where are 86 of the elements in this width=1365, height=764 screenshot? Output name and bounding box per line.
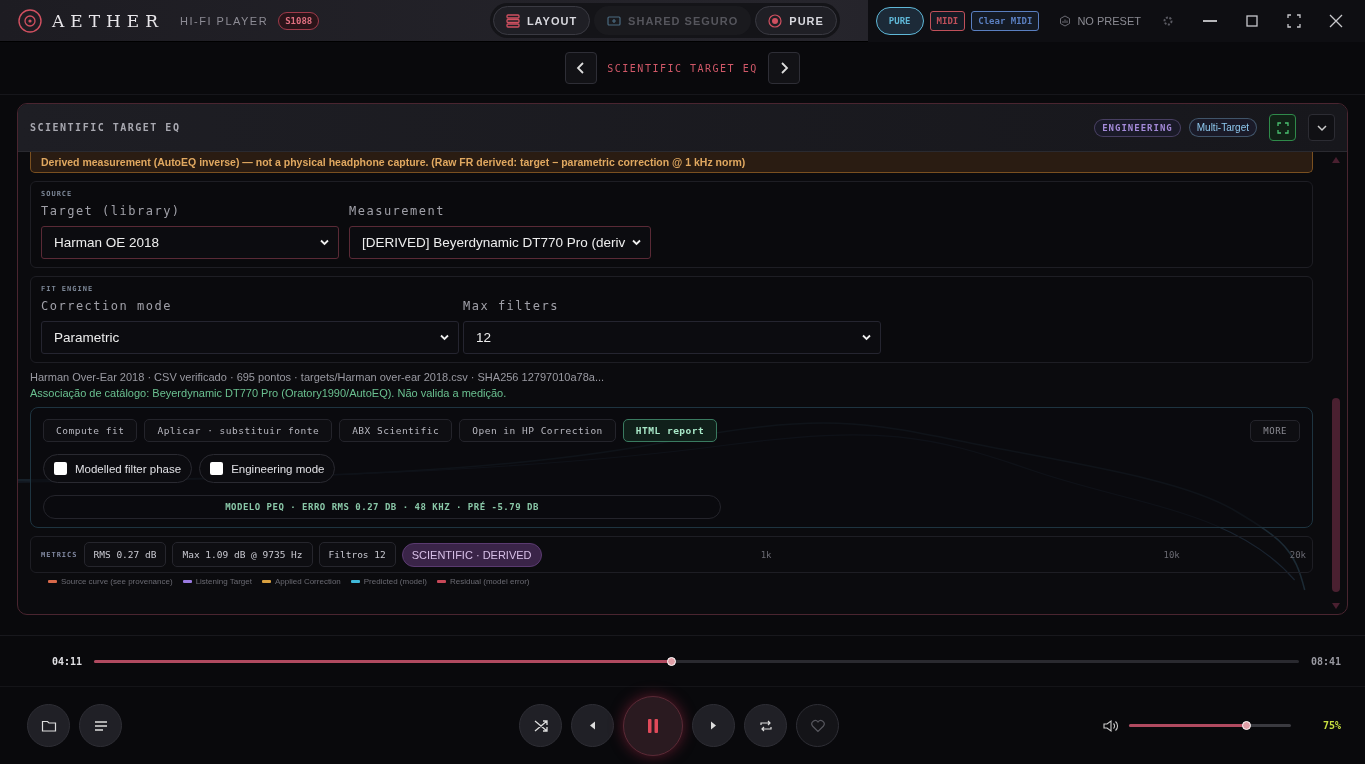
field-label: Measurement (349, 204, 446, 218)
triangle-left-icon (589, 721, 596, 730)
action-button[interactable]: HTML report (622, 419, 718, 442)
next-button[interactable] (767, 52, 800, 84)
app-subtitle: HI-FI PLAYER (180, 14, 269, 27)
screen-icon (607, 13, 622, 28)
heart-icon (809, 717, 826, 734)
volume-thumb[interactable] (1242, 721, 1252, 730)
provenance-text: Harman Over-Ear 2018 · CSV verificado · 695 pontos · targets/Harman over-ear 2018.csv · SHA256 12797010a78a... (30, 371, 606, 383)
next-track-button[interactable] (692, 704, 735, 747)
metric-chip: Max 1.09 dB @ 9735 Hz (172, 542, 313, 567)
tag-button[interactable]: Clear MIDI (971, 10, 1040, 31)
open-folder-button[interactable] (27, 704, 70, 747)
dropdown[interactable]: Parametric (41, 321, 459, 354)
more-button[interactable]: MORE (1250, 419, 1300, 442)
scrollbar-thumb[interactable] (1332, 398, 1340, 592)
panel-title: SCIENTIFIC TARGET EQ (30, 122, 181, 133)
field-label: Max filters (463, 299, 560, 313)
minimize-icon (1203, 19, 1217, 22)
action-button[interactable]: Aplicar · substituir fonte (144, 419, 333, 442)
dropdown[interactable]: [DERIVED] Beyerdynamic DT770 Pro (deriv (349, 226, 652, 259)
mode-button[interactable]: LAYOUT (492, 6, 591, 35)
association-text: Associação de catálogo: Beyerdynamic DT770 Pro (Oratory1990/AutoEQ). Não valida a medição. (30, 387, 508, 399)
seek-bar[interactable] (94, 659, 1299, 663)
total-time: 08:41 (1310, 655, 1341, 667)
axis-label: 10k (1163, 549, 1180, 560)
legend-label: Source curve (see provenance) (61, 577, 173, 586)
checkbox[interactable] (54, 462, 67, 475)
triangle-right-icon (710, 721, 717, 730)
fullscreen-icon (1287, 13, 1301, 28)
app-name: AETHER (52, 10, 165, 31)
build-badge: S1088 (278, 11, 320, 30)
legend-label: Listening Target (195, 577, 252, 586)
legend-label: Residual (model error) (449, 577, 530, 586)
mode-button[interactable]: PURE (755, 6, 837, 35)
dropdown[interactable]: Harman OE 2018 (41, 226, 339, 259)
status-tag: SCIENTIFIC · DERIVED (401, 542, 542, 567)
legend-label: Predicted (model) (363, 577, 427, 586)
checkbox-option[interactable]: Engineering mode (199, 454, 336, 483)
axis-label: 1k (760, 549, 772, 560)
page-title: SCIENTIFIC TARGET EQ (607, 62, 758, 74)
playlist-button[interactable] (79, 704, 122, 747)
previous-track-button[interactable] (571, 704, 614, 747)
layout-icon (505, 13, 520, 28)
preset-icon (1059, 14, 1072, 27)
chevron-icon (631, 237, 643, 248)
chevron-icon (439, 332, 450, 343)
mode-badge: Multi-Target (1188, 118, 1257, 137)
metric-chip: RMS 0.27 dB (83, 542, 167, 567)
action-button[interactable]: ABX Scientific (339, 419, 453, 442)
axis-label: 20k (1289, 549, 1306, 560)
chevron-icon (319, 237, 330, 248)
maximize-icon (1245, 13, 1259, 28)
field-label: Target (library) (41, 204, 182, 218)
expand-button[interactable] (1269, 114, 1296, 141)
close-icon (1329, 13, 1343, 28)
elapsed-time: 04:11 (52, 655, 83, 667)
seek-thumb[interactable] (667, 656, 677, 666)
mode-badge: ENGINEERING (1094, 118, 1181, 137)
option-label: Engineering mode (231, 462, 325, 475)
chevron-icon (861, 332, 872, 343)
warning-banner: Derived measurement (AutoEQ inverse) — not a physical headphone capture. (Raw FR derived: target − parametric correction @ 1 kHz norm) (30, 152, 1313, 173)
previous-button[interactable] (565, 52, 598, 84)
shuffle-button[interactable] (519, 704, 562, 747)
repeat-button[interactable] (744, 704, 787, 747)
collapse-button[interactable] (1308, 114, 1335, 141)
volume-slider[interactable] (1128, 724, 1291, 727)
tag-button[interactable]: MIDI (929, 10, 966, 31)
shuffle-icon (532, 717, 549, 734)
action-button[interactable]: Compute fit (43, 419, 138, 442)
volume-reading: 75% (1322, 720, 1341, 731)
preset-label: NO PRESET (1077, 14, 1141, 27)
option-label: Modelled filter phase (75, 462, 182, 475)
checkbox-option[interactable]: Modelled filter phase (43, 454, 193, 483)
volume-icon[interactable] (1102, 718, 1119, 733)
logo-icon (18, 8, 42, 33)
mode-pill[interactable]: PURE (875, 6, 924, 35)
field-label: Correction mode (41, 299, 173, 313)
dropdown[interactable]: 12 (463, 321, 881, 354)
checkbox[interactable] (210, 462, 224, 475)
pause-button[interactable] (623, 695, 683, 756)
action-button[interactable]: Open in HP Correction (459, 419, 616, 442)
metric-chip: Filtros 12 (318, 542, 396, 567)
record-dot-icon (768, 13, 783, 28)
legend-label: Applied Correction (274, 577, 341, 586)
expand-icon (1276, 121, 1289, 134)
